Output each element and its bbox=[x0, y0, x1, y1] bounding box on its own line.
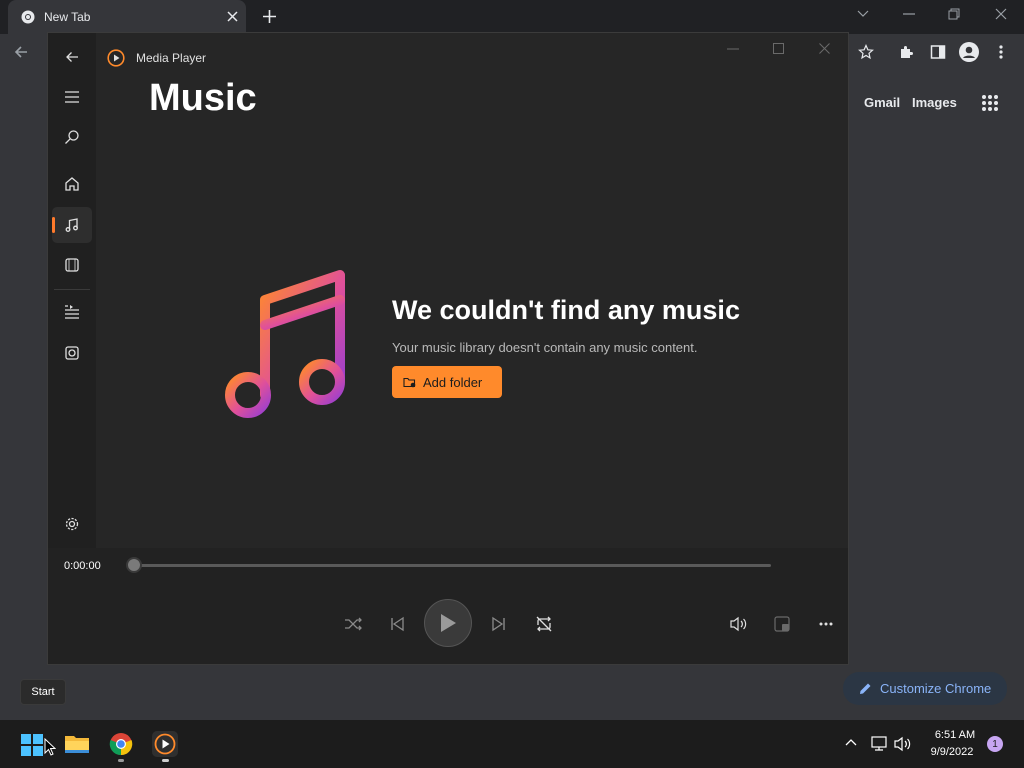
music-note-illustration bbox=[220, 265, 350, 425]
network-icon[interactable] bbox=[870, 736, 888, 752]
images-link[interactable]: Images bbox=[912, 95, 957, 110]
nav-rail bbox=[48, 33, 96, 548]
add-folder-label: Add folder bbox=[423, 374, 483, 390]
nav-play-queue-button[interactable] bbox=[52, 293, 92, 329]
media-player-taskbar-icon[interactable] bbox=[152, 731, 178, 757]
tab-title: New Tab bbox=[44, 10, 91, 24]
seek-bar[interactable] bbox=[133, 564, 771, 567]
minimize-icon[interactable] bbox=[903, 13, 915, 15]
side-panel-icon[interactable] bbox=[930, 44, 946, 60]
chrome-running-indicator bbox=[118, 759, 124, 762]
tab-search-icon[interactable] bbox=[857, 9, 869, 19]
time-elapsed: 0:00:00 bbox=[64, 560, 101, 572]
file-explorer-icon[interactable] bbox=[64, 733, 90, 755]
shuffle-button[interactable] bbox=[342, 613, 364, 635]
mp-close-icon[interactable] bbox=[819, 43, 830, 54]
nav-divider bbox=[54, 289, 90, 290]
clock-time[interactable]: 6:51 AM bbox=[930, 729, 980, 741]
search-button[interactable] bbox=[52, 119, 92, 155]
mini-player-button[interactable] bbox=[770, 612, 794, 636]
clock-date[interactable]: 9/9/2022 bbox=[926, 746, 978, 758]
mp-maximize-icon[interactable] bbox=[773, 43, 784, 54]
new-tab-button[interactable] bbox=[262, 9, 277, 24]
previous-button[interactable] bbox=[386, 613, 408, 635]
media-player-running-indicator bbox=[162, 759, 169, 762]
pencil-icon bbox=[859, 682, 872, 695]
nav-playlists-button[interactable] bbox=[52, 335, 92, 371]
show-hidden-icons-icon[interactable] bbox=[845, 738, 857, 746]
customize-chrome-label: Customize Chrome bbox=[880, 681, 992, 696]
window-title: Media Player bbox=[136, 51, 207, 65]
seek-thumb[interactable] bbox=[126, 557, 142, 573]
add-folder-button[interactable]: Add folder bbox=[392, 366, 502, 398]
windows-start-icon[interactable] bbox=[20, 733, 44, 757]
close-tab-icon[interactable] bbox=[227, 11, 238, 22]
tab-new-tab[interactable]: New Tab bbox=[8, 0, 246, 34]
nav-music-button[interactable] bbox=[52, 207, 92, 243]
close-window-icon[interactable] bbox=[995, 8, 1007, 20]
nav-video-button[interactable] bbox=[52, 247, 92, 283]
chrome-icon bbox=[21, 10, 35, 24]
restore-icon[interactable] bbox=[948, 8, 960, 20]
empty-state-title: We couldn't find any music bbox=[392, 295, 740, 325]
extensions-icon[interactable] bbox=[898, 44, 914, 60]
page-title: Music bbox=[149, 77, 257, 119]
media-player-window: Media Player Music We couldn't find any … bbox=[47, 32, 849, 665]
hamburger-menu-button[interactable] bbox=[52, 79, 92, 115]
nav-active-indicator bbox=[52, 217, 55, 233]
bookmark-star-icon[interactable] bbox=[858, 44, 874, 60]
folder-add-icon bbox=[403, 376, 416, 388]
empty-state-subtitle: Your music library doesn't contain any m… bbox=[392, 340, 698, 355]
app-logo-icon bbox=[107, 49, 125, 67]
repeat-button[interactable] bbox=[532, 612, 556, 636]
back-button[interactable] bbox=[52, 39, 92, 75]
more-options-button[interactable] bbox=[814, 612, 838, 636]
next-button[interactable] bbox=[488, 613, 510, 635]
profile-avatar-icon[interactable] bbox=[959, 42, 979, 62]
chrome-menu-icon[interactable] bbox=[999, 45, 1003, 59]
notification-badge[interactable]: 1 bbox=[987, 736, 1003, 752]
volume-button[interactable] bbox=[727, 612, 751, 636]
back-icon[interactable] bbox=[13, 44, 29, 60]
mp-minimize-icon[interactable] bbox=[727, 48, 739, 50]
mouse-cursor-icon bbox=[44, 738, 56, 756]
google-apps-icon[interactable] bbox=[981, 94, 999, 112]
start-tooltip: Start bbox=[20, 679, 66, 705]
chrome-taskbar-icon[interactable] bbox=[109, 732, 133, 756]
settings-button[interactable] bbox=[52, 506, 92, 542]
customize-chrome-button[interactable]: Customize Chrome bbox=[843, 672, 1007, 705]
speaker-icon[interactable] bbox=[894, 736, 912, 752]
play-button[interactable] bbox=[424, 599, 472, 647]
nav-home-button[interactable] bbox=[52, 166, 92, 202]
gmail-link[interactable]: Gmail bbox=[864, 95, 900, 110]
